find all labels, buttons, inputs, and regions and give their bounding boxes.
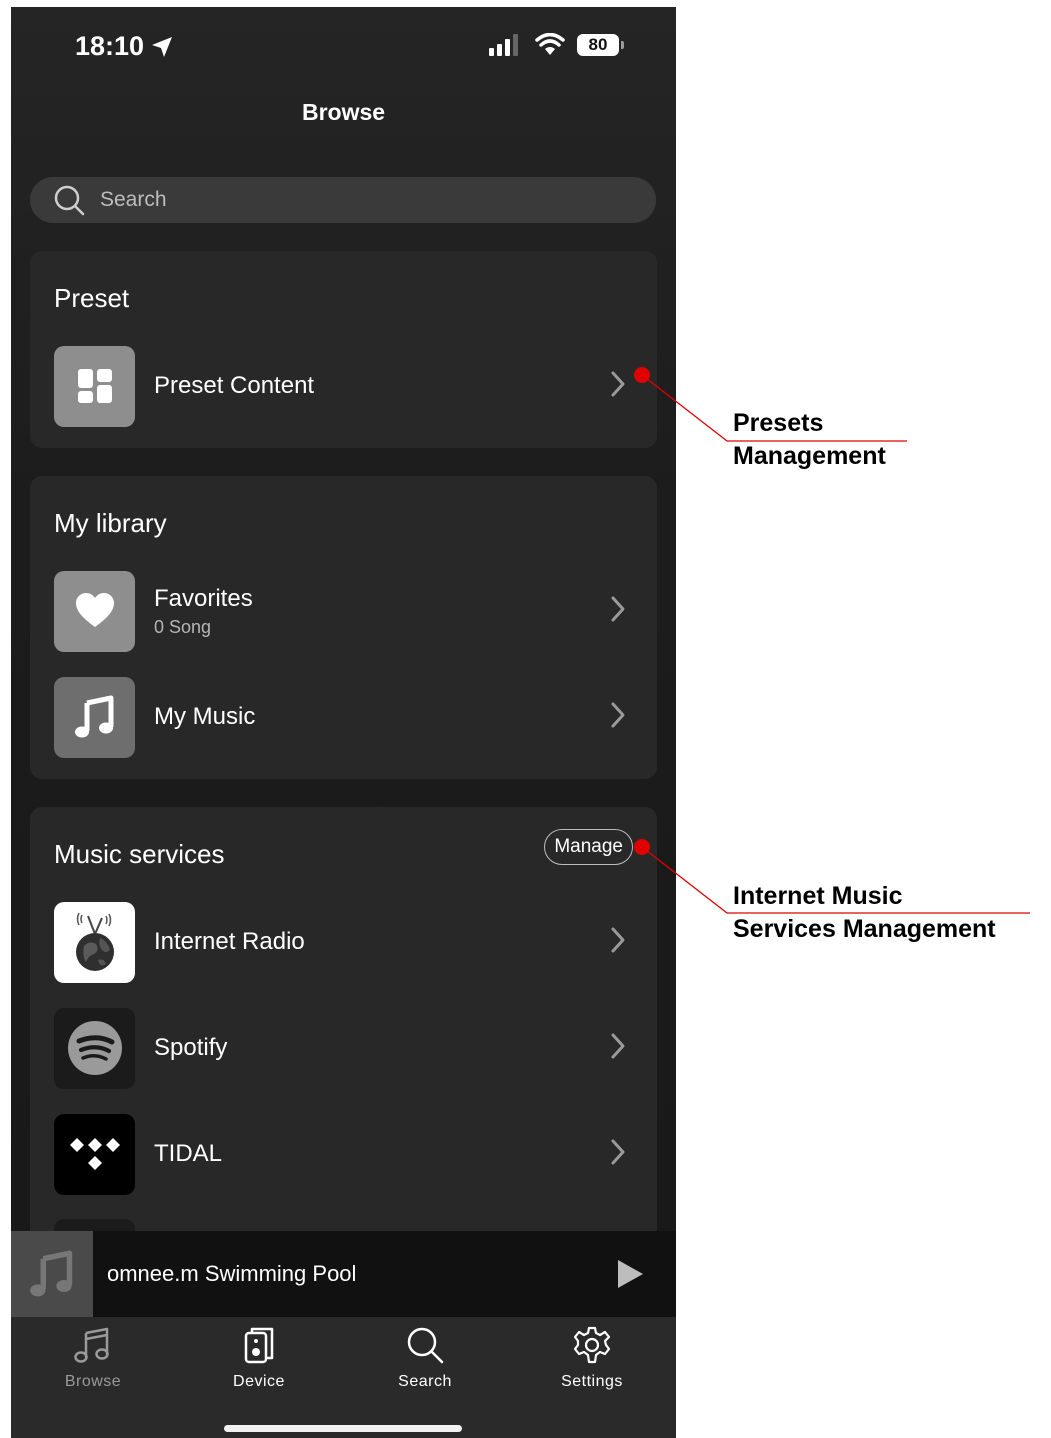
- annotation-lines: [634, 367, 1030, 914]
- annotation-presets-management: Presets Management: [733, 409, 886, 470]
- annotation-services-management: Internet Music Services Management: [733, 882, 996, 943]
